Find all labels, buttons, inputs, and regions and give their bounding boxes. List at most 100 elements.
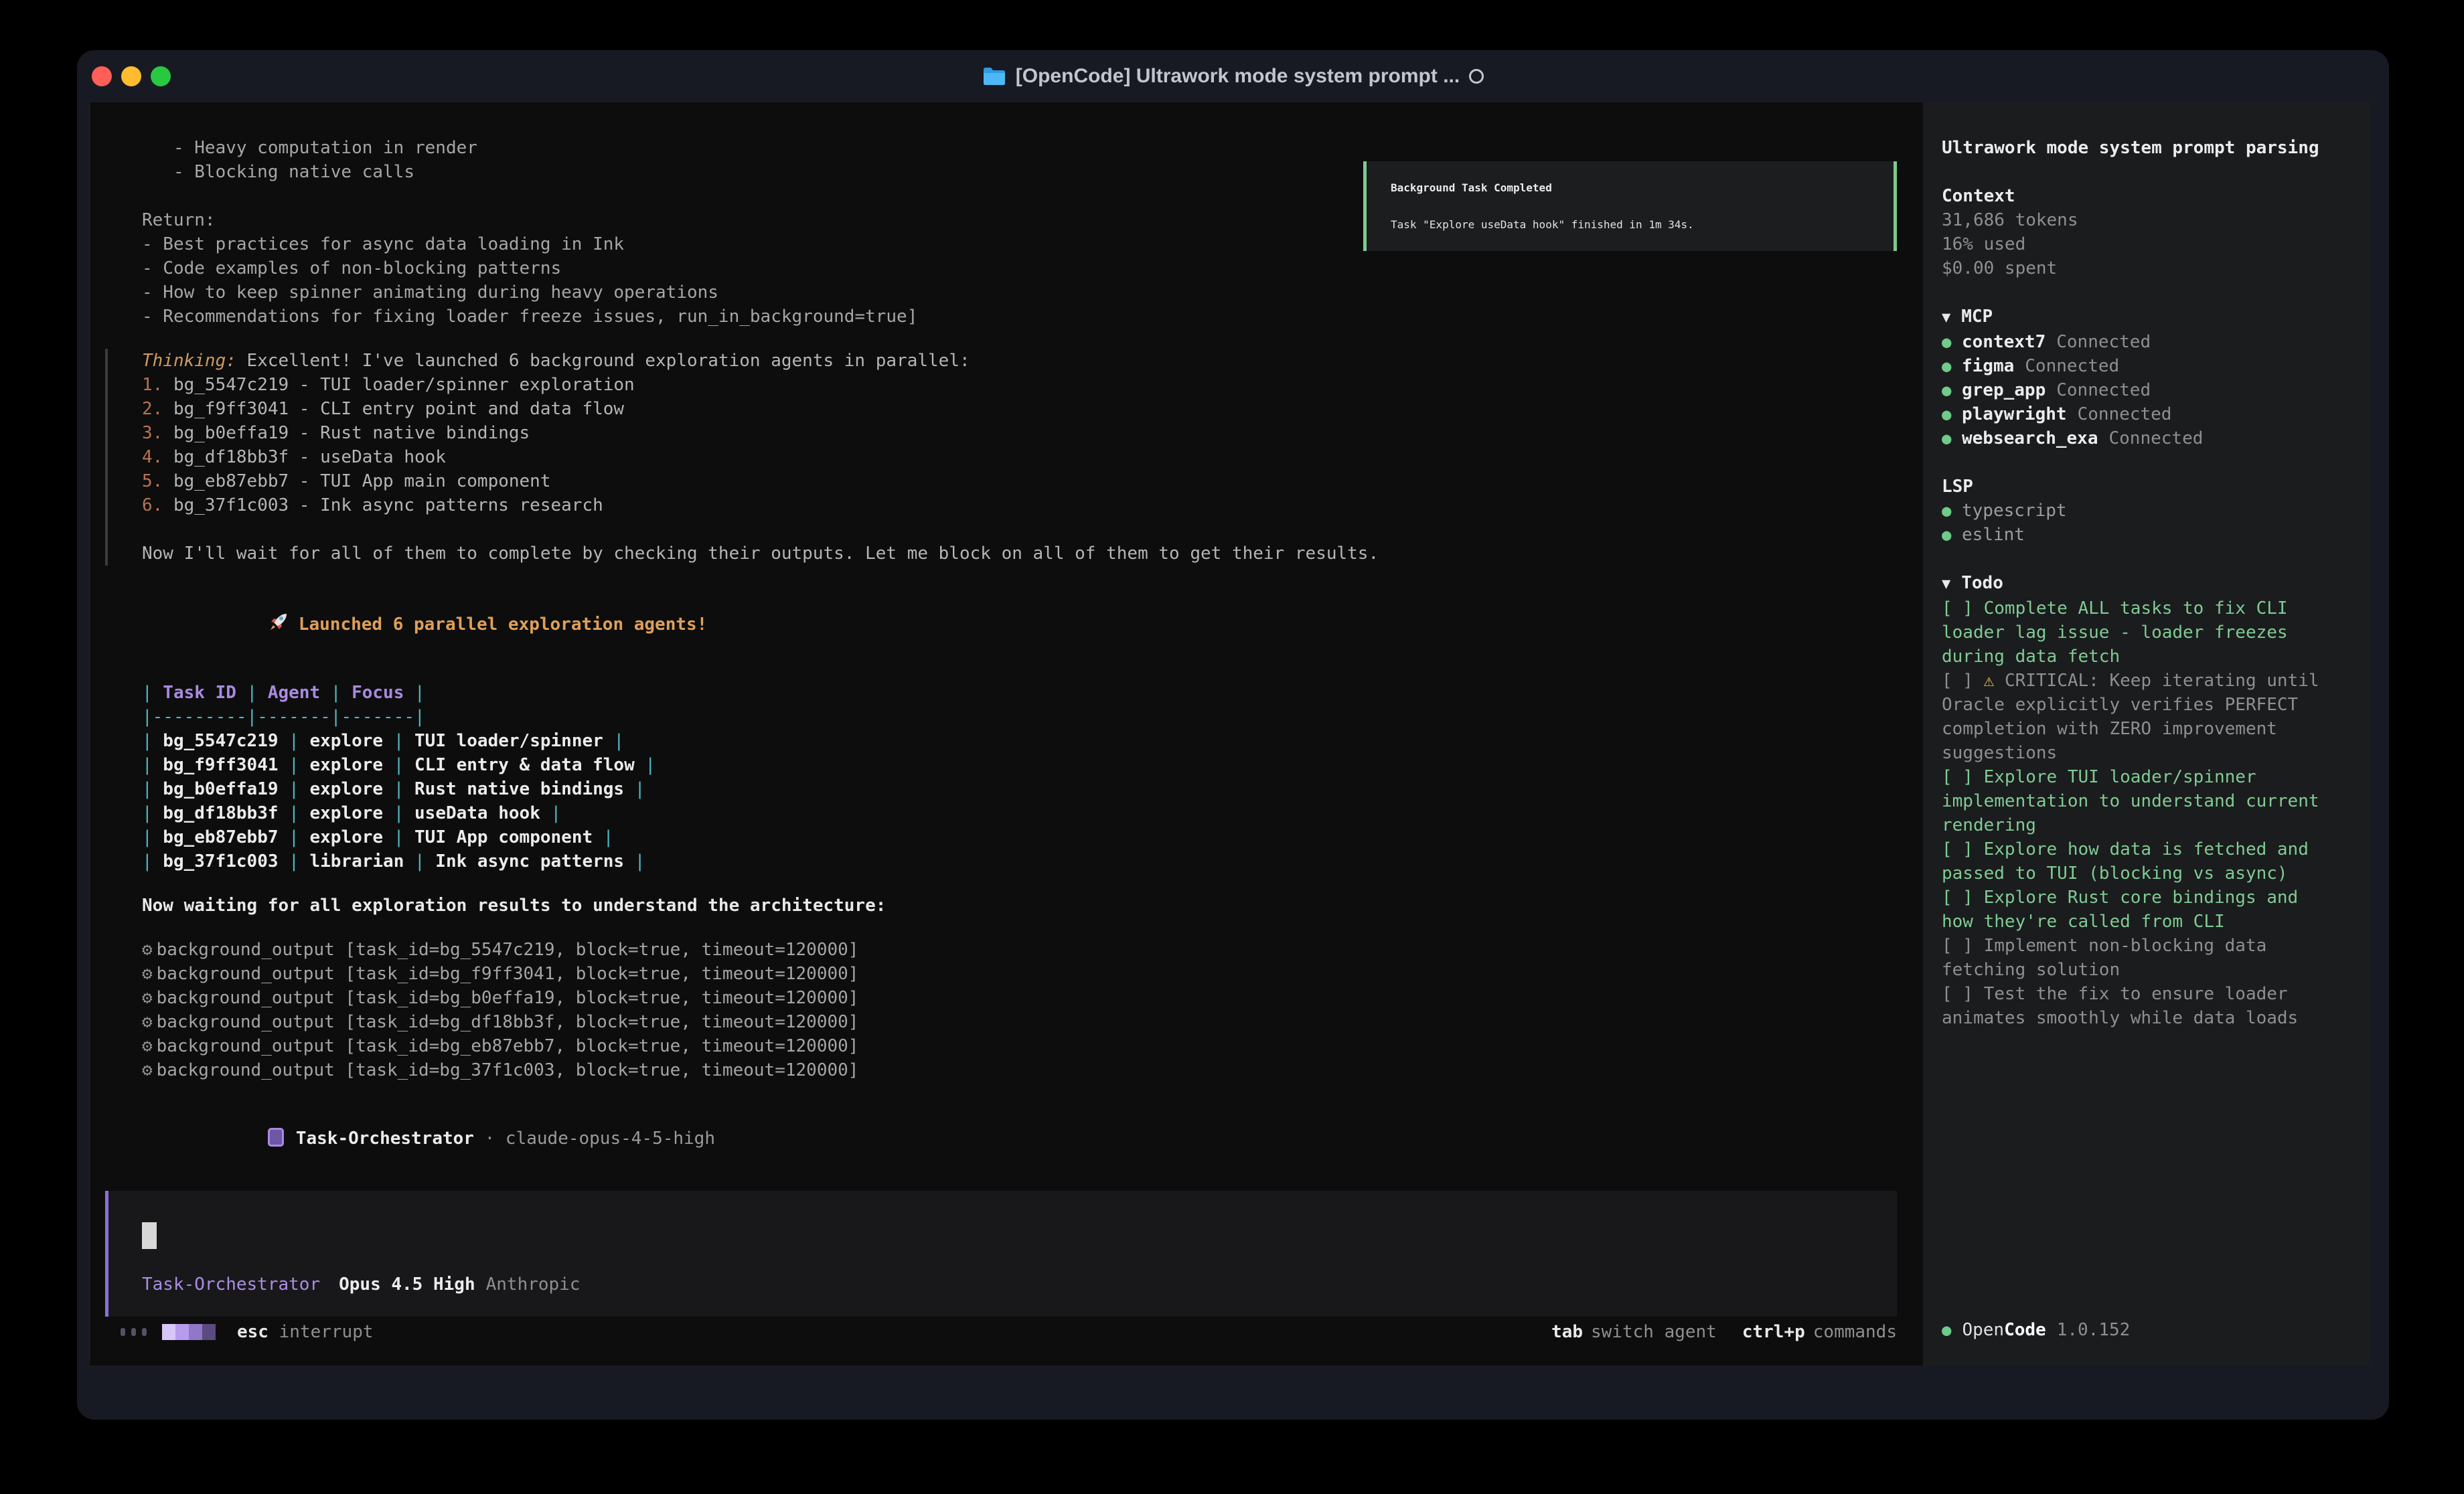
agent-model: claude-opus-4-5-high — [506, 1129, 715, 1149]
table-pipe: | — [142, 731, 153, 751]
progress-spinner — [121, 1324, 216, 1340]
thinking-agent-item: 6. bg_37f1c003 - Ink async patterns rese… — [142, 493, 1897, 517]
table-pipe: | — [331, 683, 341, 703]
table-cell: ------- — [341, 707, 414, 727]
todo-heading[interactable]: ▼Todo — [1942, 571, 2358, 596]
chevron-down-icon[interactable]: ▼ — [1942, 576, 1950, 592]
ctrlp-label: commands — [1813, 1322, 1897, 1342]
esc-hint: esc interrupt — [237, 1322, 374, 1342]
table-pipe: | — [247, 683, 258, 703]
table-row: | bg_5547c219 | explore | TUI loader/spi… — [142, 729, 1897, 753]
lsp-item: ●typescript — [1942, 499, 2358, 523]
table-cell: Ink async patterns — [425, 851, 635, 872]
table-pipe: | — [142, 851, 153, 872]
ctrlp-key[interactable]: ctrl+p — [1742, 1322, 1805, 1342]
table-pipe: | — [247, 707, 258, 727]
esc-key[interactable]: esc — [237, 1322, 268, 1342]
table-pipe: | — [289, 779, 299, 799]
thinking-agent-item: 1. bg_5547c219 - TUI loader/spinner expl… — [142, 373, 1897, 397]
launch-announcement: Launched 6 parallel exploration agents! — [105, 586, 1897, 661]
warning-icon: ⚠ — [1984, 671, 2005, 691]
minimize-window-button[interactable] — [121, 66, 141, 86]
item-text: bg_37f1c003 - Ink async patterns researc… — [163, 495, 603, 515]
spinner-block — [162, 1324, 175, 1340]
lsp-heading: LSP — [1942, 475, 2358, 499]
table-pipe: | — [289, 731, 299, 751]
rocket-icon — [268, 610, 291, 633]
item-number: 5. — [142, 471, 163, 491]
table-pipe: | — [394, 731, 404, 751]
item-text: bg_b0effa19 - Rust native bindings — [163, 423, 530, 443]
table-separator-row: |---------|-------|-------| — [142, 705, 1897, 729]
connected-dot-icon: ● — [1942, 378, 1962, 402]
table-pipe: | — [551, 803, 562, 823]
thinking-agent-item: 4. bg_df18bb3f - useData hook — [142, 445, 1897, 469]
tab-key[interactable]: tab — [1551, 1322, 1583, 1342]
table-row: | bg_37f1c003 | librarian | Ink async pa… — [142, 849, 1897, 874]
gear-icon: ⚙ — [142, 1060, 153, 1080]
table-row: | bg_eb87ebb7 | explore | TUI App compon… — [142, 825, 1897, 849]
tool-call-text: background_output [task_id=bg_f9ff3041, … — [157, 964, 859, 984]
content-row: - Heavy computation in render - Blocking… — [90, 102, 2371, 1365]
mcp-item: ●figmaConnected — [1942, 354, 2358, 378]
lsp-item: ●eslint — [1942, 523, 2358, 547]
thinking-agent-item: 5. bg_eb87ebb7 - TUI App main component — [142, 469, 1897, 493]
mcp-status: Connected — [2056, 378, 2151, 402]
brand-open: Open — [1962, 1320, 2004, 1340]
lsp-name: eslint — [1962, 523, 2025, 547]
table-pipe: | — [142, 779, 153, 799]
table-pipe: | — [635, 779, 645, 799]
agent-name: Task-Orchestrator — [296, 1129, 474, 1149]
table-cell: TUI App component — [404, 827, 603, 847]
input-model-name[interactable]: Opus 4.5 High — [339, 1274, 475, 1295]
prompt-input[interactable]: Task-OrchestratorOpus 4.5 HighAnthropic — [105, 1206, 1897, 1307]
tool-call-line: ⚙background_output [task_id=bg_37f1c003,… — [142, 1058, 1897, 1082]
assistant-output-line: - Code examples of non-blocking patterns — [142, 256, 1897, 280]
thinking-agent-item: 3. bg_b0effa19 - Rust native bindings — [142, 421, 1897, 445]
table-pipe: | — [613, 731, 624, 751]
folder-icon — [982, 66, 1006, 86]
table-pipe: | — [142, 803, 153, 823]
mcp-item: ●grep_app Connected — [1942, 378, 2358, 402]
traffic-lights — [92, 50, 171, 102]
todo-item[interactable]: [ ] Implement non-blocking data fetching… — [1942, 934, 2358, 982]
mcp-heading[interactable]: ▼MCP — [1942, 305, 2358, 330]
context-stat-line: 31,686 tokens — [1942, 208, 2358, 232]
item-text: bg_df18bb3f - useData hook — [163, 447, 446, 467]
table-cell: bg_eb87ebb7 — [153, 827, 289, 847]
zoom-window-button[interactable] — [151, 66, 171, 86]
input-agent-name[interactable]: Task-Orchestrator — [142, 1274, 320, 1295]
item-number: 1. — [142, 375, 163, 395]
app-window: [OpenCode] Ultrawork mode system prompt … — [77, 50, 2389, 1420]
todo-item[interactable]: [ ] Explore how data is fetched and pass… — [1942, 837, 2358, 886]
connected-dot-icon: ● — [1942, 523, 1962, 547]
gear-icon: ⚙ — [142, 1036, 153, 1056]
table-pipe: | — [142, 707, 153, 727]
mcp-status: Connected — [2078, 402, 2172, 426]
table-pipe: | — [142, 827, 153, 847]
item-number: 6. — [142, 495, 163, 515]
spinner-block — [175, 1324, 189, 1340]
table-pipe: | — [331, 707, 341, 727]
todo-item[interactable]: [ ] Complete ALL tasks to fix CLI loader… — [1942, 596, 2358, 669]
circle-outline-icon — [1469, 69, 1484, 84]
mcp-name: grep_app — [1962, 378, 2046, 402]
table-pipe: | — [289, 827, 299, 847]
todo-item[interactable]: [ ] Explore TUI loader/spinner implement… — [1942, 765, 2358, 837]
close-window-button[interactable] — [92, 66, 112, 86]
notification-toast[interactable]: Background Task Completed Task "Explore … — [1363, 161, 1897, 251]
table-cell: explore — [299, 731, 394, 751]
table-pipe: | — [635, 851, 645, 872]
todo-item[interactable]: [ ] Test the fix to ensure loader animat… — [1942, 982, 2358, 1030]
esc-label: interrupt — [279, 1322, 374, 1342]
chevron-down-icon[interactable]: ▼ — [1942, 309, 1950, 326]
sidebar-pane: Ultrawork mode system prompt parsing Con… — [1923, 102, 2371, 1365]
table-cell: Agent — [257, 683, 331, 703]
todo-item[interactable]: [ ] ⚠ CRITICAL: Keep iterating until Ora… — [1942, 669, 2358, 765]
table-cell: TUI loader/spinner — [404, 731, 613, 751]
version-number: 1.0.152 — [2057, 1320, 2131, 1340]
table-pipe: | — [394, 803, 404, 823]
context-stat-line: $0.00 spent — [1942, 256, 2358, 280]
todo-item[interactable]: [ ] Explore Rust core bindings and how t… — [1942, 886, 2358, 934]
mcp-item: ●websearch_exaConnected — [1942, 426, 2358, 450]
